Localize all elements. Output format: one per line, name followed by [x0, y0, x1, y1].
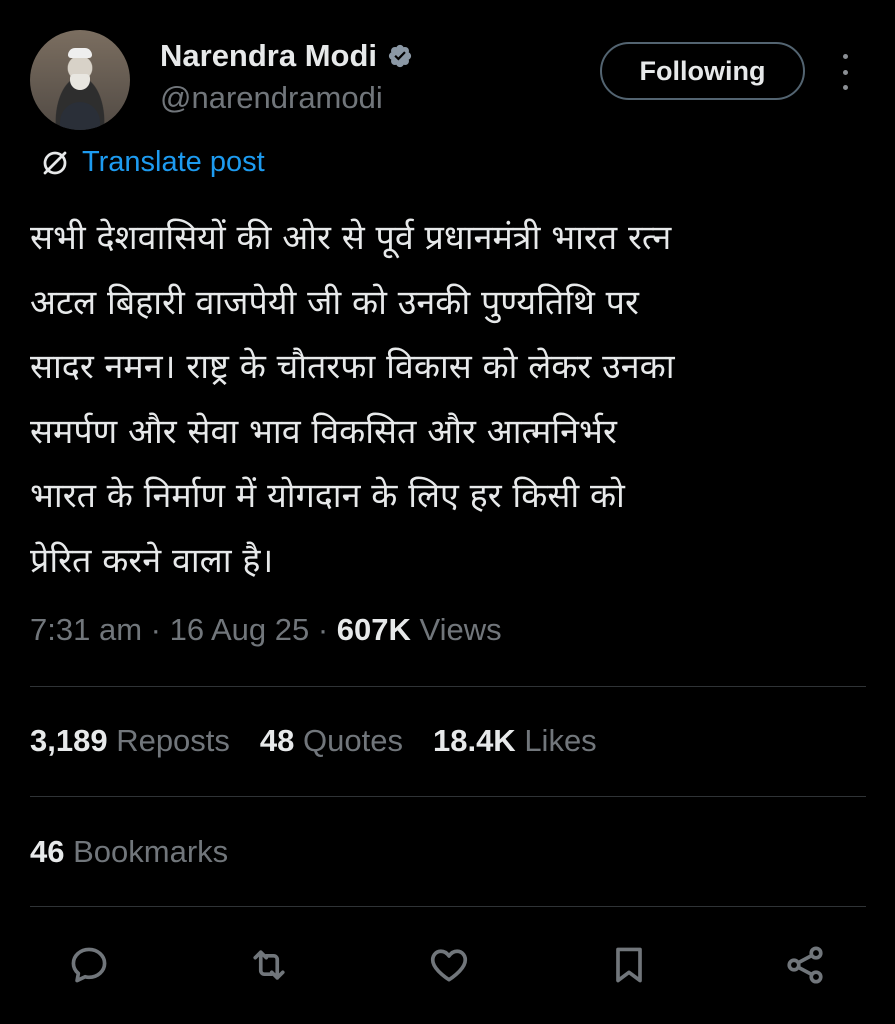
post-time[interactable]: 7:31 am [30, 612, 142, 647]
avatar[interactable] [30, 30, 130, 130]
post-date[interactable]: 16 Aug 25 [170, 612, 310, 647]
quotes-stat[interactable]: 48 Quotes [260, 723, 403, 759]
avatar-vest [60, 102, 100, 130]
translate-label: Translate post [82, 146, 265, 178]
more-options-icon[interactable] [840, 54, 850, 90]
share-icon [787, 946, 823, 984]
divider [30, 686, 866, 687]
likes-label: Likes [515, 723, 597, 758]
views-label: Views [410, 612, 502, 647]
reposts-label: Reposts [107, 723, 230, 758]
author-handle[interactable]: @narendramodi [160, 80, 383, 116]
following-button[interactable]: Following [600, 42, 805, 100]
like-button[interactable] [424, 940, 474, 990]
reply-button[interactable] [64, 940, 114, 990]
reposts-count: 3,189 [30, 723, 108, 758]
bookmark-button[interactable] [604, 940, 654, 990]
meta-separator: · [142, 612, 170, 647]
post-meta: 7:31 am · 16 Aug 25 · 607K Views [30, 612, 502, 648]
share-button[interactable] [780, 940, 830, 990]
likes-stat[interactable]: 18.4K Likes [433, 723, 597, 759]
more-dot [842, 85, 848, 90]
reply-icon [71, 947, 107, 983]
views-count: 607K [336, 612, 411, 647]
translate-post-link[interactable]: Translate post [40, 146, 265, 179]
more-dot [842, 69, 848, 75]
translate-icon [43, 151, 67, 174]
bookmarks-stat[interactable]: 46 Bookmarks [30, 834, 228, 870]
bookmarks-count: 46 [30, 834, 65, 869]
post-stats: 3,189 Reposts 48 Quotes 18.4K Likes [30, 723, 627, 759]
verified-badge-icon[interactable] [387, 43, 413, 69]
divider [30, 906, 866, 907]
bookmark-icon [616, 947, 642, 983]
like-icon [430, 949, 468, 982]
more-dot [842, 54, 848, 59]
author-name[interactable]: Narendra Modi [160, 38, 377, 74]
reposts-stat[interactable]: 3,189 Reposts [30, 723, 230, 759]
avatar-beard [70, 74, 90, 90]
name-row: Narendra Modi [160, 38, 413, 74]
repost-icon [253, 950, 285, 980]
action-bar [0, 940, 895, 1000]
likes-count: 18.4K [432, 723, 516, 758]
quotes-label: Quotes [294, 723, 403, 758]
post-text: सभी देशवासियों की ओर से पूर्व प्रधानमंत्… [30, 218, 675, 581]
meta-separator: · [309, 612, 337, 647]
divider [30, 796, 866, 797]
bookmarks-label: Bookmarks [64, 834, 229, 869]
quotes-count: 48 [259, 723, 295, 758]
avatar-hair [68, 48, 92, 58]
post-header: Narendra Modi @narendramodi Following [30, 30, 870, 135]
repost-button[interactable] [244, 940, 294, 990]
